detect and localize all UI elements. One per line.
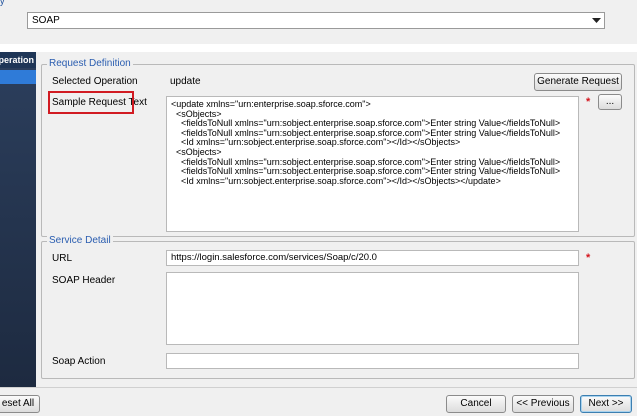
generate-request-button[interactable]: Generate Request (534, 73, 622, 91)
protocol-select-value: SOAP (32, 15, 60, 26)
soap-action-label: Soap Action (52, 356, 106, 367)
footer-bar: eset All Cancel << Previous Next >> (0, 387, 637, 416)
selected-operation-value: update (170, 76, 201, 87)
soap-header-textarea[interactable] (166, 272, 579, 345)
sidebar-header: peration (0, 52, 36, 68)
top-strip: y SOAP (0, 0, 637, 44)
next-button[interactable]: Next >> (580, 395, 632, 413)
cancel-button[interactable]: Cancel (446, 395, 506, 413)
soap-header-label: SOAP Header (52, 275, 116, 286)
chevron-down-icon[interactable] (588, 13, 604, 28)
previous-button[interactable]: << Previous (512, 395, 574, 413)
request-definition-legend: Request Definition (47, 58, 133, 70)
url-label: URL (52, 253, 73, 264)
required-mark: * (586, 96, 591, 108)
sidebar-item-active[interactable] (0, 70, 36, 84)
main-panel: Request Definition Selected Operation up… (36, 52, 637, 387)
protocol-select[interactable]: SOAP (27, 12, 605, 29)
sample-request-textarea[interactable]: <update xmlns="urn:enterprise.soap.sforc… (166, 96, 579, 232)
url-required-mark: * (586, 252, 591, 264)
soap-action-input[interactable] (166, 353, 579, 369)
selected-operation-label: Selected Operation (52, 76, 138, 87)
ellipsis-button[interactable]: ... (598, 94, 622, 110)
highlight-box (48, 91, 134, 114)
service-detail-legend: Service Detail (47, 235, 113, 247)
url-input[interactable]: https://login.salesforce.com/services/So… (166, 250, 579, 266)
sidebar: peration (0, 52, 36, 387)
reset-all-button[interactable]: eset All (0, 395, 40, 413)
